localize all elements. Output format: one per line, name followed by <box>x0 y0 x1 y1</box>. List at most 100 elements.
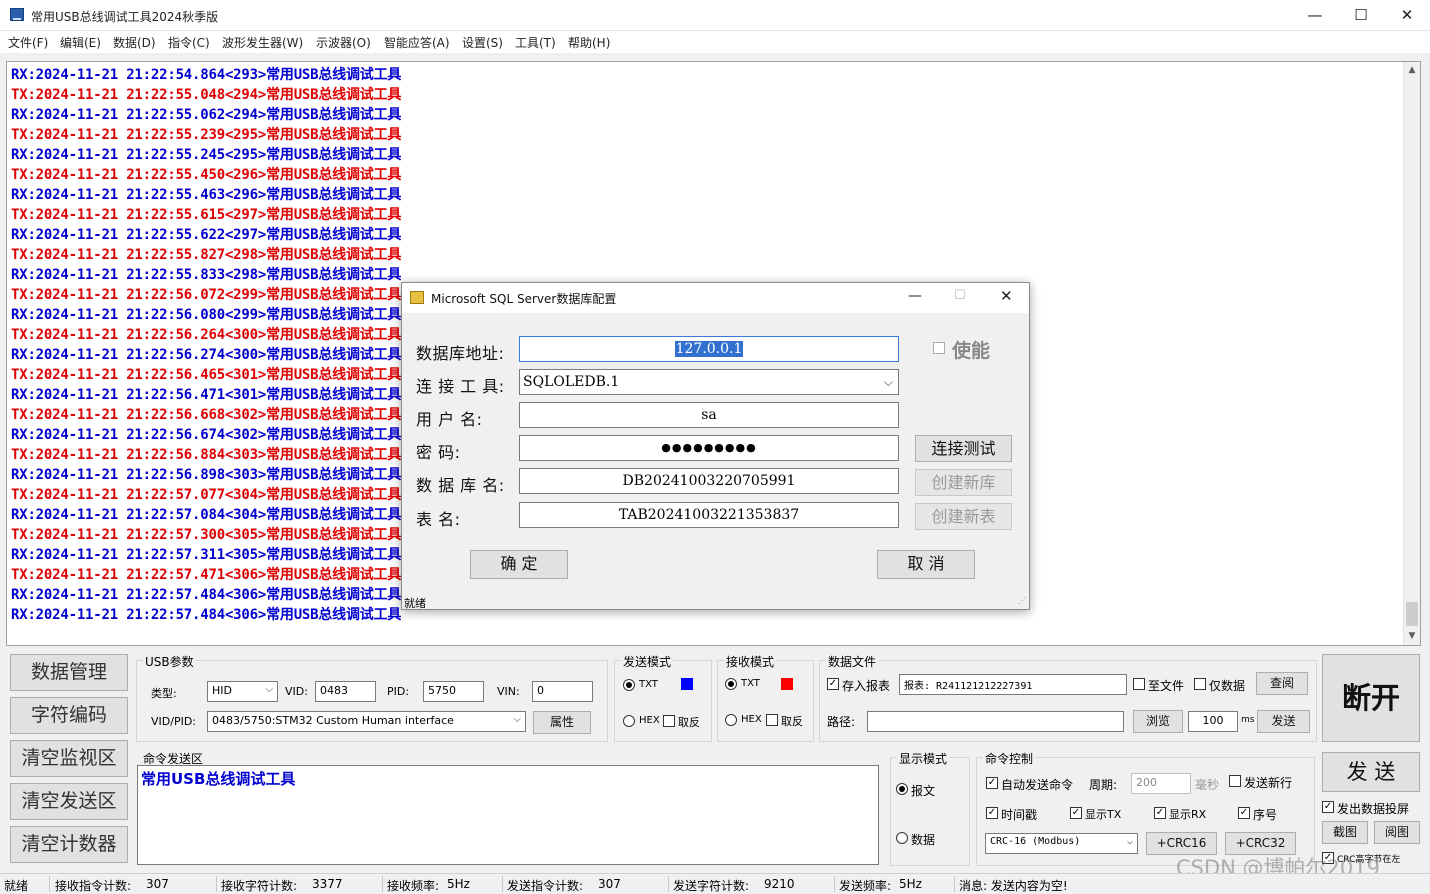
log-line: RX:2024-11-21 21:22:56.274<300>常用USB总线调试… <box>11 347 402 363</box>
recv-cmd-count-label: 接收指令计数: <box>55 879 132 893</box>
report-name-input[interactable]: 报表: R241121212227391 <box>899 674 1127 695</box>
resize-grip-icon[interactable]: ⋰ <box>1018 596 1026 605</box>
to-file-checkbox[interactable] <box>1133 678 1145 690</box>
type-label: 类型: <box>151 687 177 700</box>
send-button[interactable]: 发 送 <box>1322 752 1420 792</box>
maximize-button[interactable]: ☐ <box>1338 0 1384 30</box>
display-data-label: 数据 <box>911 833 936 847</box>
data-manage-button[interactable]: 数据管理 <box>10 654 128 691</box>
dialog-minimize-button[interactable]: — <box>908 288 922 304</box>
path-input[interactable] <box>867 711 1124 732</box>
menu-tools[interactable]: 工具(T) <box>515 34 556 51</box>
connect-test-button[interactable]: 连接测试 <box>915 435 1012 462</box>
send-newline-checkbox[interactable] <box>1229 775 1241 787</box>
create-db-button[interactable]: 创建新库 <box>915 469 1012 496</box>
enable-checkbox[interactable] <box>933 342 945 354</box>
menu-auto-reply[interactable]: 智能应答(A) <box>384 34 450 51</box>
send-color-swatch[interactable] <box>681 678 693 690</box>
data-only-checkbox[interactable] <box>1194 678 1206 690</box>
cancel-button[interactable]: 取 消 <box>877 550 975 579</box>
show-tx-checkbox[interactable]: ✓ <box>1070 807 1082 819</box>
menu-oscilloscope[interactable]: 示波器(O) <box>316 34 371 51</box>
dialog-close-button[interactable]: ✕ <box>1000 287 1013 305</box>
char-encoding-button[interactable]: 字符编码 <box>10 697 128 734</box>
command-control-title: 命令控制 <box>983 750 1036 767</box>
db-address-input[interactable]: 127.0.0.1 <box>519 336 899 362</box>
send-cast-label: 发出数据投屏 <box>1337 802 1410 816</box>
send-invert-checkbox[interactable] <box>663 715 675 727</box>
menu-command[interactable]: 指令(C) <box>168 34 210 51</box>
auto-send-label: 自动发送命令 <box>1001 778 1074 792</box>
username-input[interactable]: sa <box>519 402 899 428</box>
show-tx-label: 显示TX <box>1085 808 1122 821</box>
show-rx-label: 显示RX <box>1169 808 1207 821</box>
pid-input[interactable]: 5750 <box>423 681 484 702</box>
clear-send-button[interactable]: 清空发送区 <box>10 783 128 820</box>
log-line: RX:2024-11-21 21:22:57.311<305>常用USB总线调试… <box>11 547 402 563</box>
vid-input[interactable]: 0483 <box>315 681 376 702</box>
ok-button[interactable]: 确 定 <box>470 550 568 579</box>
clear-counter-button[interactable]: 清空计数器 <box>10 826 128 863</box>
screenshot-button[interactable]: 截图 <box>1322 821 1368 844</box>
log-line: TX:2024-11-21 21:22:55.450<296>常用USB总线调试… <box>11 167 402 183</box>
crc-select-value: CRC-16 (Modbus) <box>990 836 1081 847</box>
clear-monitor-button[interactable]: 清空监视区 <box>10 740 128 777</box>
seq-checkbox[interactable]: ✓ <box>1238 807 1250 819</box>
browse-button[interactable]: 浏览 <box>1133 710 1183 733</box>
log-scrollbar[interactable]: ▲ ▼ <box>1403 62 1420 645</box>
timestamp-checkbox[interactable]: ✓ <box>986 807 998 819</box>
conn-tool-select[interactable]: SQLOLEDB.1 ⌵ <box>519 369 899 395</box>
display-report-radio[interactable] <box>896 783 908 795</box>
scroll-thumb[interactable] <box>1406 602 1418 626</box>
menu-settings[interactable]: 设置(S) <box>462 34 503 51</box>
crc-select[interactable]: CRC-16 (Modbus) ⌵ <box>985 833 1138 854</box>
display-mode-title: 显示模式 <box>897 750 950 767</box>
dialog-title-bar: Microsoft SQL Server数据库配置 — ☐ ✕ <box>402 283 1029 313</box>
log-line: RX:2024-11-21 21:22:55.463<296>常用USB总线调试… <box>11 187 402 203</box>
db-name-input[interactable]: DB20241003220705991 <box>519 468 899 494</box>
command-send-textarea[interactable]: 常用USB总线调试工具 <box>137 765 879 865</box>
username-label: 用 户 名: <box>416 410 483 429</box>
recv-color-swatch[interactable] <box>781 678 793 690</box>
query-button[interactable]: 查阅 <box>1256 672 1308 695</box>
send-txt-radio[interactable] <box>623 679 635 691</box>
log-line: TX:2024-11-21 21:22:55.827<298>常用USB总线调试… <box>11 247 402 263</box>
table-name-input[interactable]: TAB20241003221353837 <box>519 502 899 528</box>
recv-hex-radio[interactable] <box>725 714 737 726</box>
vidpid-select[interactable]: 0483/5750:STM32 Custom Human interface ⌵ <box>207 711 526 732</box>
db-address-value: 127.0.0.1 <box>674 341 744 357</box>
close-button[interactable]: ✕ <box>1384 0 1430 30</box>
scroll-down-icon[interactable]: ▼ <box>1404 628 1420 645</box>
vin-input[interactable]: 0 <box>532 681 593 702</box>
properties-button[interactable]: 属性 <box>533 711 591 734</box>
recv-cmd-count-value: 307 <box>146 877 169 891</box>
status-divider <box>216 876 217 892</box>
menu-waveform[interactable]: 波形发生器(W) <box>222 34 303 51</box>
password-input[interactable]: ●●●●●●●●● <box>519 435 899 461</box>
scroll-up-icon[interactable]: ▲ <box>1404 62 1420 79</box>
recv-mode-title: 接收模式 <box>724 653 777 670</box>
menu-data[interactable]: 数据(D) <box>113 34 156 51</box>
interval-input[interactable]: 100 <box>1188 711 1238 732</box>
display-data-radio[interactable] <box>896 832 908 844</box>
recv-txt-radio[interactable] <box>725 678 737 690</box>
status-divider <box>954 876 955 892</box>
disconnect-button[interactable]: 断开 <box>1322 654 1420 742</box>
create-table-button[interactable]: 创建新表 <box>915 503 1012 530</box>
recv-invert-checkbox[interactable] <box>766 714 778 726</box>
show-rx-checkbox[interactable]: ✓ <box>1154 807 1166 819</box>
menu-edit[interactable]: 编辑(E) <box>60 34 101 51</box>
view-image-button[interactable]: 阅图 <box>1374 821 1420 844</box>
minimize-button[interactable]: — <box>1292 0 1338 30</box>
pid-label: PID: <box>387 685 410 698</box>
type-select[interactable]: HID ⌵ <box>207 681 278 702</box>
menu-help[interactable]: 帮助(H) <box>568 34 610 51</box>
save-report-checkbox[interactable]: ✓ <box>827 678 839 690</box>
file-send-button[interactable]: 发送 <box>1257 710 1310 733</box>
table-name-label: 表 名: <box>416 510 461 529</box>
send-cast-checkbox[interactable]: ✓ <box>1322 801 1334 813</box>
period-input[interactable]: 200 <box>1131 773 1191 794</box>
auto-send-checkbox[interactable]: ✓ <box>986 777 998 789</box>
send-hex-radio[interactable] <box>623 715 635 727</box>
menu-file[interactable]: 文件(F) <box>8 34 48 51</box>
